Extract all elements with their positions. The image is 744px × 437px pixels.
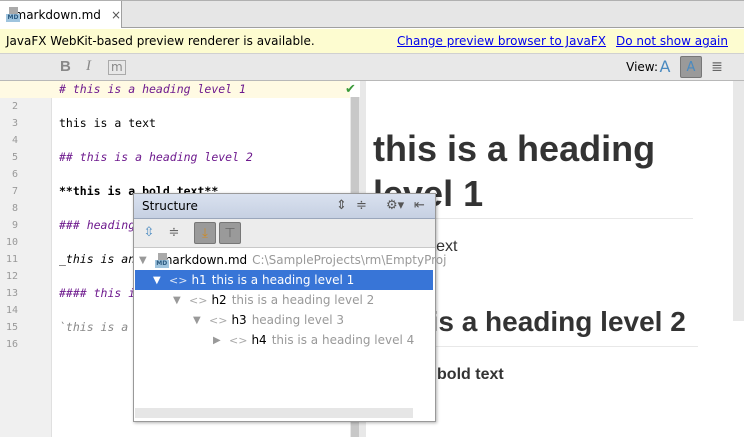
line-gutter: 12345678910111213141516 [0,81,52,437]
line-number: 9 [11,220,18,231]
line-number: 7 [11,186,18,197]
structure-toolbar: ⇳ ≑ ⤓ ⊤ [134,219,435,248]
collapse-all-icon[interactable]: ≑ [356,198,367,213]
view-split-button[interactable]: A [680,56,702,78]
preview-scrollbar[interactable] [733,81,744,321]
tree-item-desc: this is a heading level 1 [211,273,355,287]
close-icon[interactable]: × [111,8,121,22]
bold-button[interactable]: B [60,58,71,75]
gear-icon[interactable]: ⚙▾ [386,198,404,213]
expand-icon[interactable]: ⇳ [138,222,160,244]
tab-bar: MD markdown.md × [0,0,744,28]
tree-item[interactable]: ▶ <> h4 this is a heading level 4 [135,330,433,350]
autoscroll-from-source-icon[interactable]: ⊤ [219,222,241,244]
line-number: 3 [11,118,18,129]
view-editor-button[interactable]: A [654,56,676,78]
notification-banner: JavaFX WebKit-based preview renderer is … [0,29,744,54]
tab-title: markdown.md [14,7,101,22]
tag-icon: <> [189,293,208,307]
code-line[interactable]: ## this is a heading level 2 [59,149,253,166]
tag-icon: <> [209,313,228,327]
do-not-show-link[interactable]: Do not show again [616,34,728,48]
line-number: 15 [5,322,18,333]
tree-item-name: h1 [191,273,207,287]
tree-item-desc: this is a heading level 2 [231,293,375,307]
line-number: 2 [11,101,18,112]
tree-item-desc: C:\SampleProjects\rm\EmptyProj [252,253,447,267]
structure-horizontal-scrollbar[interactable] [135,408,413,418]
expand-arrow-icon[interactable]: ▼ [193,315,205,326]
expand-arrow-icon[interactable]: ▼ [153,275,165,286]
expand-arrow-icon[interactable]: ▼ [139,255,147,266]
line-number: 14 [5,305,18,316]
line-number: 6 [11,169,18,180]
change-browser-link[interactable]: Change preview browser to JavaFX [397,34,606,48]
code-line[interactable]: `this is a [59,319,128,336]
pin-left-icon[interactable]: ⇤ [414,198,425,213]
tree-item-name: h3 [231,313,247,327]
italic-button[interactable]: I [86,58,91,75]
tree-item-desc: heading level 3 [251,313,345,327]
line-number: 4 [11,135,18,146]
line-number: 8 [11,203,18,214]
structure-popup: Structure ⇕ ≑ ⚙▾ ⇤ ⇳ ≑ ⤓ ⊤ ▼ MD markdown.m… [133,193,446,422]
view-preview-button[interactable]: ≣ [706,56,728,78]
tree-item-name: markdown.md [160,253,248,267]
tree-item[interactable]: ▼ <> h2 this is a heading level 2 [135,290,433,310]
line-number: 11 [5,254,18,265]
format-toolbar: B I m View: A A ≣ [0,54,744,81]
tag-icon: <> [169,273,188,287]
line-number: 13 [5,288,18,299]
tree-item[interactable]: ▼ MD markdown.md C:\SampleProjects\rm\Empty… [135,250,446,270]
code-line[interactable]: ### heading [59,217,135,234]
tag-icon: <> [229,333,248,347]
structure-title: Structure [142,199,198,213]
structure-header: Structure ⇕ ≑ ⚙▾ ⇤ [134,194,435,219]
tree-item[interactable]: ▼ <> h3 heading level 3 [135,310,433,330]
code-line[interactable]: _this is an [59,251,135,268]
tree-item-desc: this is a heading level 4 [271,333,415,347]
expand-arrow-icon[interactable]: ▶ [213,335,225,346]
line-number: 12 [5,271,18,282]
expand-arrow-icon[interactable]: ▼ [173,295,185,306]
line-number: 5 [11,152,18,163]
code-button[interactable]: m [108,60,126,75]
tree-item-name: h4 [251,333,267,347]
code-line[interactable]: # this is a heading level 1 [59,81,246,98]
tab-markdown[interactable]: MD markdown.md × [0,1,122,28]
autoscroll-to-source-icon[interactable]: ⤓ [194,222,216,244]
collapse-icon[interactable]: ≑ [163,222,185,244]
tree-item-name: h2 [211,293,227,307]
code-line[interactable]: #### this i [59,285,135,302]
expand-all-icon[interactable]: ⇕ [336,198,347,213]
line-number: 10 [5,237,18,248]
check-icon: ✔ [345,82,356,97]
banner-message: JavaFX WebKit-based preview renderer is … [6,34,315,48]
line-number: 16 [5,339,18,350]
code-line[interactable]: this is a text [59,115,156,132]
tree-item[interactable]: ▼ <> h1 this is a heading level 1 [135,270,433,290]
md-file-icon: MD [6,7,20,22]
